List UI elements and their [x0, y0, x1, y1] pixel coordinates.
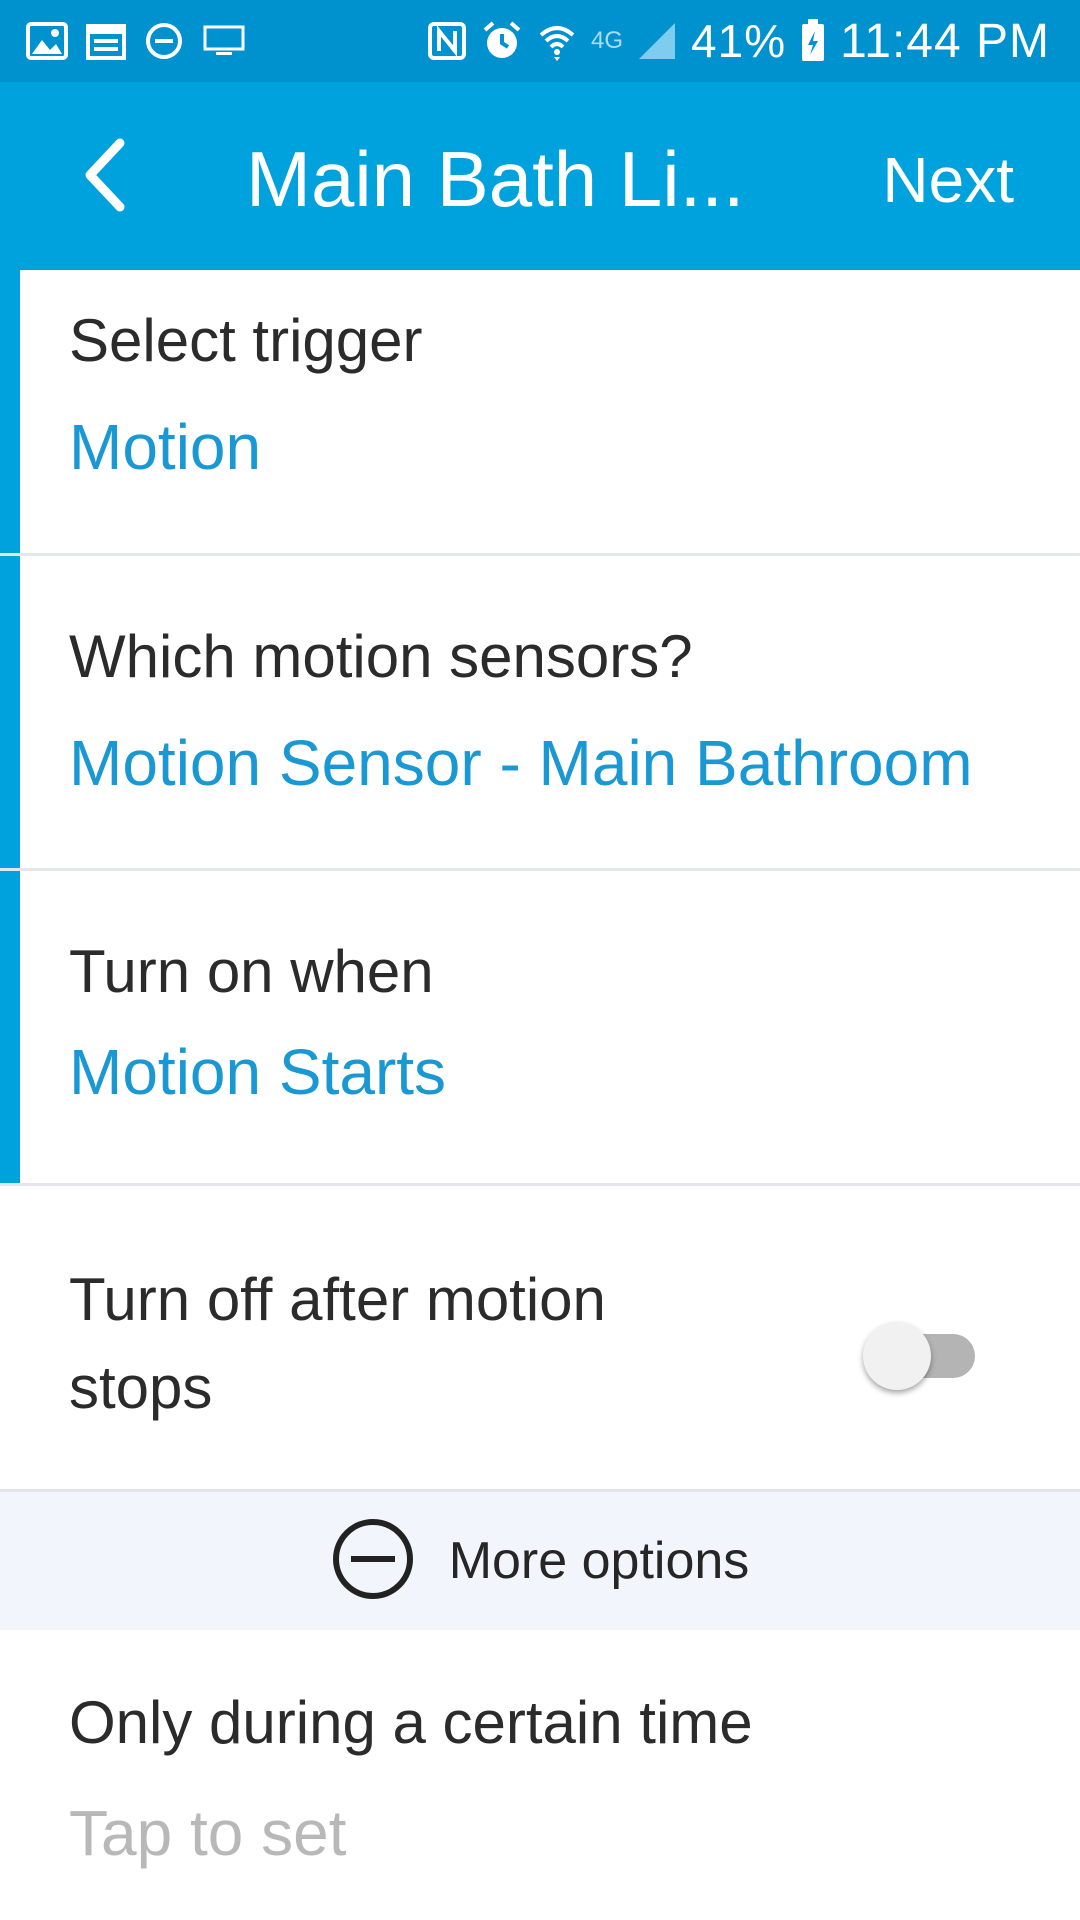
row-value: Tap to set	[69, 1797, 347, 1869]
row-title-line: Turn off after motion	[69, 1266, 606, 1333]
back-button[interactable]	[60, 132, 150, 222]
more-options-button[interactable]: More options	[0, 1492, 1080, 1630]
chevron-left-icon	[82, 137, 128, 218]
status-bar: 4G 41% 11:44 PM	[0, 0, 1080, 82]
cast-screen-icon	[202, 24, 246, 58]
do-not-disturb-icon	[144, 21, 184, 61]
status-bar-left	[26, 21, 264, 61]
wifi-icon	[537, 21, 577, 61]
certain-time-row[interactable]: Only during a certain time Tap to set	[0, 1630, 1080, 1920]
battery-percent: 41%	[691, 15, 787, 67]
signal-icon	[637, 21, 677, 61]
nfc-icon	[427, 21, 467, 61]
next-button[interactable]: Next	[882, 142, 1014, 218]
more-options-label: More options	[448, 1532, 750, 1590]
calendar-icon	[86, 22, 126, 60]
row-value: Motion	[69, 411, 262, 483]
select-trigger-row[interactable]: Select trigger Motion	[0, 270, 1080, 556]
status-time: 11:44 PM	[840, 14, 1050, 68]
battery-charging-icon	[800, 19, 826, 63]
alarm-icon	[481, 20, 523, 62]
turn-off-toggle[interactable]	[863, 1322, 975, 1390]
row-value: Motion Starts	[69, 1036, 447, 1108]
row-title: Only during a certain time	[69, 1689, 753, 1756]
app-bar: Main Bath Li... Next	[0, 82, 1080, 270]
lte-4g-icon: 4G	[591, 27, 624, 54]
row-title: Turn off after motion stops	[69, 1256, 606, 1432]
settings-list: Select trigger Motion Which motion senso…	[0, 270, 1080, 1492]
row-title: Turn on when	[69, 938, 434, 1005]
minus-circle-icon	[331, 1517, 415, 1606]
turn-off-after-motion-row[interactable]: Turn off after motion stops	[0, 1186, 1080, 1492]
image-icon	[26, 22, 68, 60]
status-bar-right: 4G 41% 11:44 PM	[427, 14, 1050, 69]
page-title: Main Bath Li...	[246, 135, 745, 223]
turn-on-when-row[interactable]: Turn on when Motion Starts	[0, 871, 1080, 1186]
row-title: Select trigger	[69, 307, 423, 374]
row-title: Which motion sensors?	[69, 623, 693, 690]
motion-sensors-row[interactable]: Which motion sensors? Motion Sensor - Ma…	[0, 556, 1080, 871]
toggle-thumb	[863, 1322, 931, 1390]
row-title-line: stops	[69, 1354, 213, 1421]
row-value: Motion Sensor - Main Bathroom	[69, 727, 973, 799]
